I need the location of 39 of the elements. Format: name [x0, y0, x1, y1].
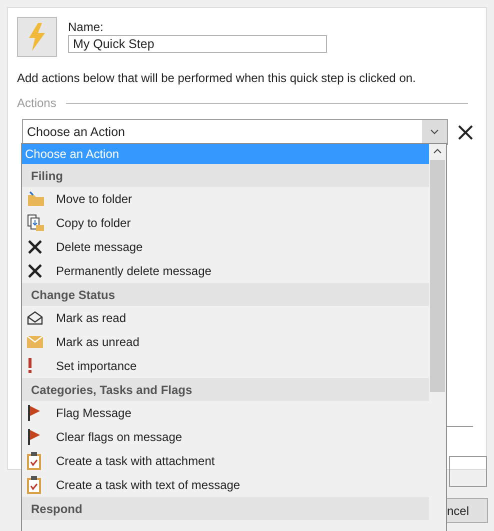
copy-icon — [27, 214, 45, 232]
open-envelope-icon — [27, 311, 43, 325]
folder-icon — [27, 191, 45, 207]
list-item[interactable]: Flag Message — [22, 401, 429, 425]
list-item[interactable]: Create a task with text of message — [22, 473, 429, 497]
close-icon[interactable] — [458, 124, 473, 140]
scroll-up-icon[interactable] — [433, 148, 442, 154]
cancel-button[interactable]: ncel — [447, 498, 488, 523]
actions-legend: Actions — [17, 96, 56, 110]
scroll-thumb[interactable] — [430, 160, 445, 392]
list-item[interactable]: Mark as unread — [22, 330, 429, 354]
action-dropdown[interactable]: Choose an Action — [22, 119, 448, 145]
group-header: Change Status — [22, 283, 429, 306]
list-item[interactable]: Create a task with attachment — [22, 449, 429, 473]
list-item[interactable]: Permanently delete message — [22, 259, 429, 283]
x-icon — [27, 263, 43, 279]
flag-icon — [27, 429, 41, 445]
name-field[interactable]: My Quick Step — [68, 35, 327, 53]
list-item[interactable]: Copy to folder — [22, 211, 429, 235]
list-item[interactable]: Move to folder — [22, 187, 429, 211]
group-header: Respond — [22, 497, 429, 520]
list-item[interactable]: Clear flags on message — [22, 425, 429, 449]
list-item[interactable]: Delete message — [22, 235, 429, 259]
name-label: Name: — [68, 20, 104, 34]
clipboard-icon — [27, 476, 41, 494]
flag-icon — [27, 405, 41, 421]
input-field[interactable] — [449, 456, 487, 487]
exclamation-icon — [27, 358, 33, 374]
quick-step-icon[interactable] — [17, 17, 57, 57]
group-header: Categories, Tasks and Flags — [22, 378, 429, 401]
clipboard-icon — [27, 452, 41, 470]
list-item[interactable]: Set importance — [22, 354, 429, 378]
group-header: Filing — [22, 164, 429, 187]
chevron-down-icon — [430, 129, 439, 135]
list-item[interactable]: Mark as read — [22, 306, 429, 330]
instruction-text: Add actions below that will be performed when this quick step is clicked on. — [17, 71, 417, 85]
x-icon — [27, 239, 43, 255]
lightning-icon — [28, 23, 46, 51]
envelope-icon — [27, 336, 43, 348]
